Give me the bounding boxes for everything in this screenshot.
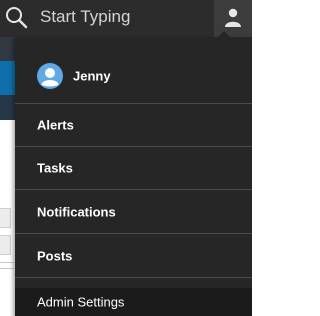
page-field-fragment <box>0 235 11 255</box>
profile-name: Jenny <box>73 68 111 84</box>
search-input[interactable]: Start Typing <box>40 6 130 28</box>
menu-item-tasks[interactable]: Tasks <box>15 147 252 189</box>
menu-item-profile[interactable]: Jenny <box>15 37 252 103</box>
top-bar: Start Typing <box>0 0 252 37</box>
app-screen: Start Typing Jenny Alerts Tasks Notifica… <box>0 0 252 316</box>
user-dropdown-menu: Jenny Alerts Tasks Notifications Posts A… <box>15 37 252 316</box>
menu-item-alerts[interactable]: Alerts <box>15 104 252 146</box>
page-field-fragment <box>0 208 11 228</box>
menu-divider <box>15 277 252 278</box>
menu-item-admin-settings[interactable]: Admin Settings <box>15 288 252 316</box>
avatar-icon <box>37 63 63 89</box>
menu-item-label: Notifications <box>37 204 116 219</box>
menu-item-label: Alerts <box>37 117 74 133</box>
menu-item-label: Posts <box>37 248 73 263</box>
menu-item-label: Tasks <box>37 160 73 176</box>
page-divider-fragment <box>0 262 14 263</box>
menu-item-label: Admin Settings <box>37 294 125 310</box>
menu-item-posts[interactable]: Posts <box>15 234 252 277</box>
page-divider-fragment <box>0 268 14 269</box>
menu-item-notifications[interactable]: Notifications <box>15 190 252 233</box>
search-icon[interactable] <box>4 5 28 29</box>
user-icon <box>225 8 241 27</box>
